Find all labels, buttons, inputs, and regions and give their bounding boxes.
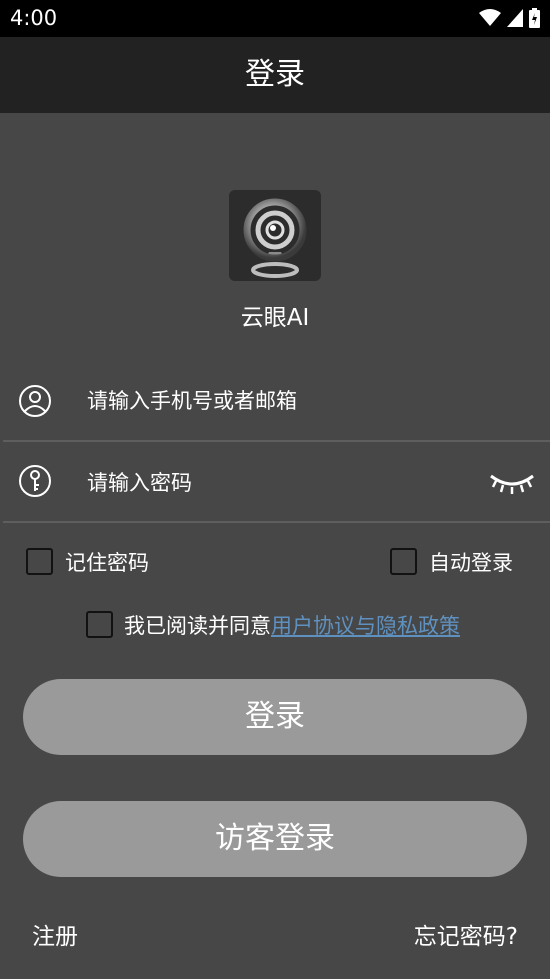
agreement-text: 我已阅读并同意用户协议与隐私政策	[124, 610, 460, 640]
app-name: 云眼AI	[240, 305, 310, 331]
agreement-prefix: 我已阅读并同意	[124, 614, 271, 638]
camera-logo-icon	[229, 190, 321, 281]
divider	[3, 521, 550, 523]
password-field	[3, 442, 550, 524]
account-field	[3, 360, 550, 442]
auto-login-label: 自动登录	[429, 551, 513, 575]
login-button[interactable]: 登录	[23, 679, 527, 755]
register-link[interactable]: 注册	[32, 917, 78, 951]
battery-icon	[529, 8, 540, 28]
remember-password-checkbox[interactable]	[26, 548, 53, 575]
privacy-policy-link[interactable]: 用户协议与隐私政策	[271, 614, 460, 638]
account-input[interactable]	[85, 360, 480, 442]
status-bar: 4:00	[0, 0, 550, 37]
password-input[interactable]	[85, 442, 480, 524]
eye-closed-icon[interactable]	[488, 470, 536, 496]
auto-login-checkbox[interactable]	[390, 548, 417, 575]
guest-login-button[interactable]: 访客登录	[23, 801, 527, 877]
signal-icon	[507, 9, 523, 27]
wifi-icon	[479, 9, 501, 26]
app-bar: 登录	[0, 37, 550, 113]
key-icon	[19, 465, 51, 497]
forgot-password-link[interactable]: 忘记密码?	[414, 917, 518, 951]
page-title: 登录	[245, 57, 305, 92]
status-icons	[479, 7, 540, 29]
agreement-checkbox[interactable]	[86, 611, 113, 638]
remember-password-label: 记住密码	[65, 551, 149, 575]
user-icon	[19, 385, 51, 417]
status-time: 4:00	[10, 6, 58, 30]
